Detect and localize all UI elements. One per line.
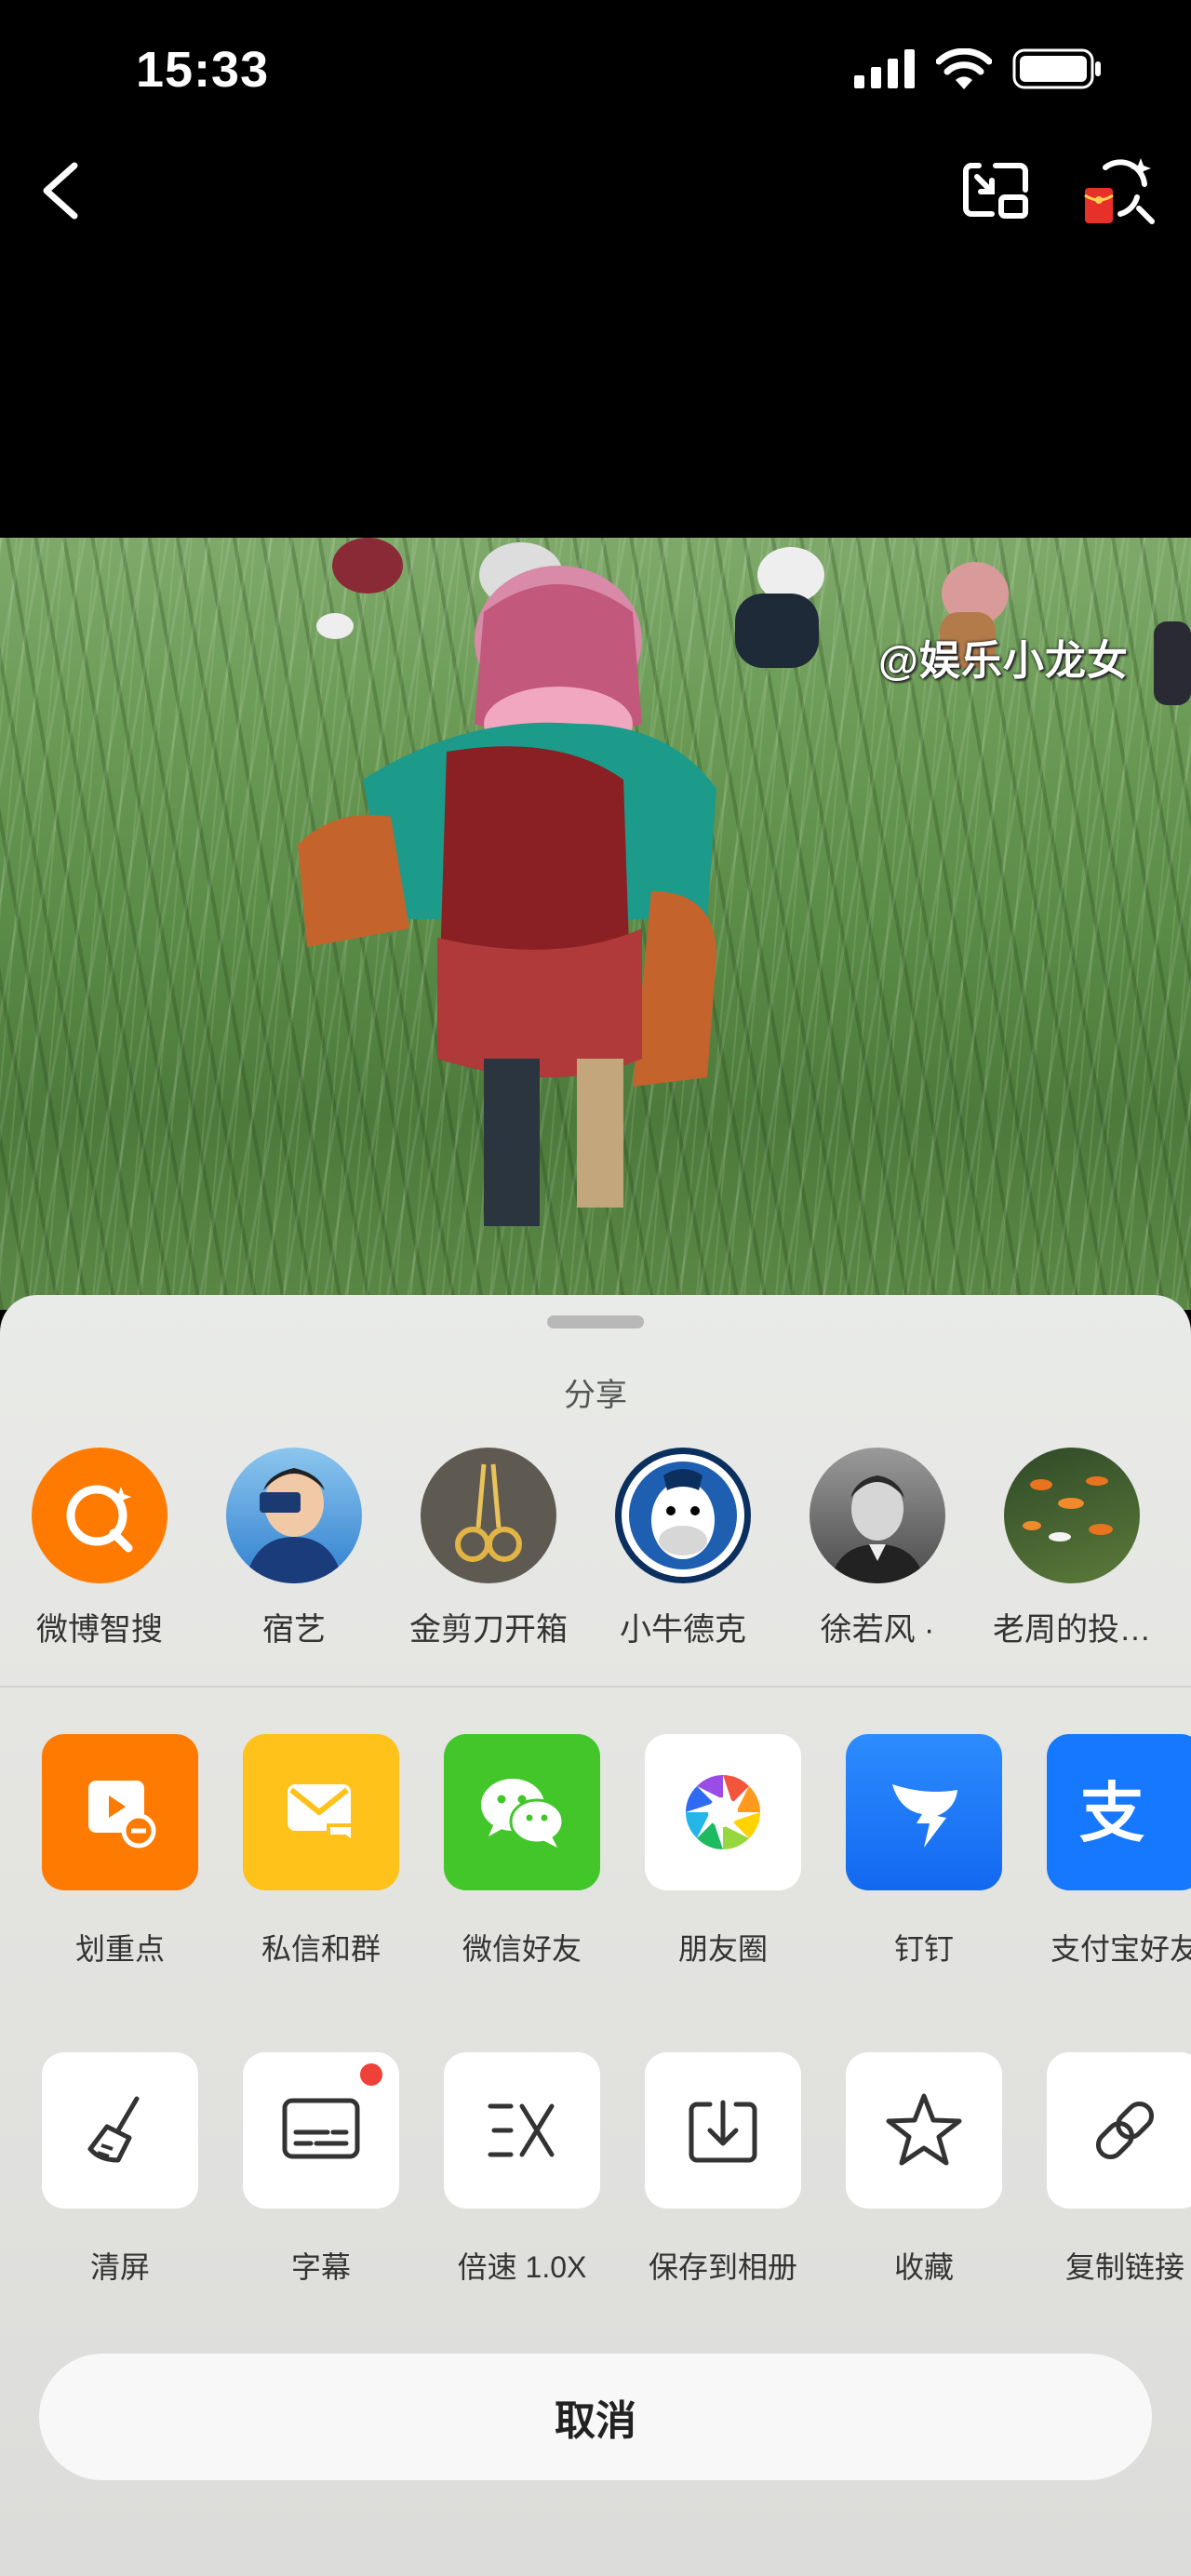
share-sheet: 分享 微博智搜 宿艺 金剪刀开箱 小牛德克 徐若风 · 老周的投… 划重点 私信…	[0, 1295, 1191, 2576]
contact-item[interactable]: 微博智搜	[7, 1448, 193, 1649]
contact-item[interactable]: 老周的投…	[979, 1448, 1165, 1649]
status-time: 15:33	[136, 42, 270, 98]
contact-name: 金剪刀开箱	[409, 1612, 568, 1648]
star-icon	[846, 2052, 1002, 2209]
highlight-icon	[42, 1734, 198, 1890]
action-label: 收藏	[893, 2250, 954, 2284]
chevron-left-icon	[43, 162, 78, 220]
moments-icon	[645, 1734, 801, 1890]
share-app-label: 钉钉	[893, 1932, 954, 1966]
drag-handle[interactable]	[547, 1315, 644, 1328]
copy-link-button[interactable]: 复制链接	[1032, 2052, 1191, 2287]
avatar	[421, 1448, 556, 1583]
divider	[0, 1686, 1191, 1688]
share-app-label: 支付宝好友	[1050, 1932, 1191, 1966]
wifi-icon	[936, 48, 992, 89]
picture-in-picture-icon	[963, 163, 1028, 219]
share-sheet-title: 分享	[564, 1378, 627, 1413]
contact-list: 微博智搜 宿艺 金剪刀开箱 小牛德克 徐若风 · 老周的投…	[0, 1448, 1191, 1662]
action-label: 字幕	[290, 2250, 351, 2284]
contact-item[interactable]: 金剪刀开箱	[395, 1448, 582, 1649]
link-icon	[1047, 2052, 1191, 2209]
contact-item[interactable]: 宿艺	[201, 1448, 387, 1649]
share-alipay-button[interactable]: 支 支付宝好友	[1032, 1734, 1191, 1969]
action-label: 倍速 1.0X	[457, 2250, 587, 2284]
contact-name: 老周的投…	[993, 1612, 1151, 1648]
contact-item[interactable]: 徐若风 ·	[784, 1448, 970, 1649]
avatar	[1004, 1448, 1140, 1583]
share-app-label: 微信好友	[462, 1932, 582, 1966]
message-icon	[243, 1734, 399, 1890]
new-badge-dot	[360, 2063, 382, 2086]
alipay-icon: 支	[1047, 1734, 1191, 1890]
contact-name: 小牛德克	[620, 1612, 746, 1648]
video-player[interactable]: @娱乐小龙女	[0, 538, 1191, 1310]
status-bar: 15:33	[0, 0, 1191, 140]
download-icon	[645, 2052, 801, 2209]
red-envelope-search-button[interactable]	[1079, 156, 1158, 227]
share-wechat-button[interactable]: 微信好友	[429, 1734, 615, 1969]
back-button[interactable]	[33, 158, 89, 223]
cancel-button[interactable]: 取消	[39, 2354, 1152, 2480]
weibo-search-icon	[32, 1448, 167, 1583]
contact-item[interactable]: 小牛德克	[590, 1448, 776, 1649]
pip-button[interactable]	[958, 156, 1033, 223]
subtitle-icon	[243, 2052, 399, 2209]
battery-icon	[1012, 48, 1101, 89]
video-watermark: @娱乐小龙女	[878, 638, 1129, 684]
wechat-icon	[444, 1734, 600, 1890]
avatar	[810, 1448, 945, 1583]
status-icons	[854, 48, 1102, 89]
svg-text:支: 支	[1079, 1775, 1144, 1851]
red-envelope-search-icon	[1084, 158, 1155, 224]
playback-speed-button[interactable]: 倍速 1.0X	[429, 2052, 615, 2287]
broom-icon	[42, 2052, 198, 2209]
contact-name: 徐若风 ·	[820, 1612, 935, 1648]
contact-name: 微博智搜	[36, 1612, 163, 1648]
share-app-label: 划重点	[74, 1932, 165, 1966]
contact-name: 宿艺	[262, 1612, 326, 1648]
action-label: 复制链接	[1064, 2250, 1184, 2284]
favorite-button[interactable]: 收藏	[831, 2052, 1017, 2287]
save-to-album-button[interactable]: 保存到相册	[630, 2052, 816, 2287]
action-label: 保存到相册	[648, 2250, 797, 2284]
share-highlight-button[interactable]: 划重点	[27, 1734, 213, 1969]
avatar	[615, 1448, 751, 1583]
share-message-button[interactable]: 私信和群	[228, 1734, 414, 1969]
speed-icon	[444, 2052, 600, 2209]
clear-screen-button[interactable]: 清屏	[27, 2052, 213, 2287]
dingtalk-icon	[846, 1734, 1002, 1890]
share-moments-button[interactable]: 朋友圈	[630, 1734, 816, 1969]
action-label: 清屏	[89, 2250, 150, 2284]
share-app-label: 朋友圈	[677, 1932, 768, 1966]
signal-icon	[854, 49, 915, 88]
share-dingtalk-button[interactable]: 钉钉	[831, 1734, 1017, 1969]
share-app-label: 私信和群	[261, 1932, 381, 1966]
avatar	[226, 1448, 362, 1583]
subtitle-button[interactable]: 字幕	[228, 2052, 414, 2287]
